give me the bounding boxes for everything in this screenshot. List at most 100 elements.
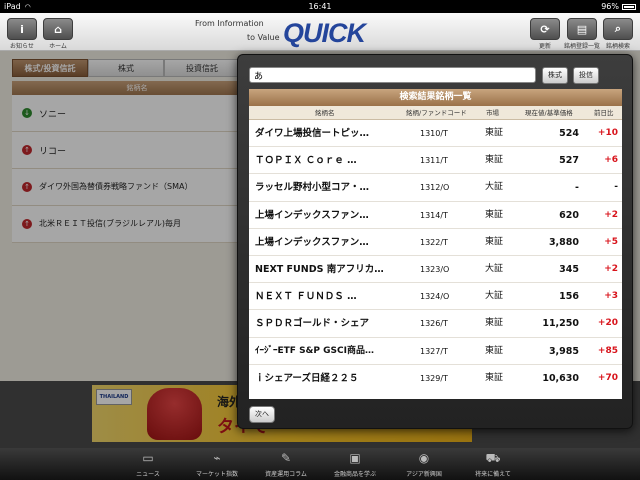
nav-market-index[interactable]: ⌁ マーケット指数 [183,450,251,478]
search-popover: 株式 投信 検索結果銘柄一覧 銘柄名 銘柄/ファンドコード 市場 現在値/基準価… [237,54,633,429]
result-change: +3 [604,291,618,302]
battery-icon [622,4,636,10]
result-row[interactable]: 上場インデックスファン… 1322/T 東証 3,880 +5 [249,229,622,256]
watchlist-button[interactable]: ▤ [567,18,597,40]
status-bar: iPad ◠ 16:41 96% [0,0,640,13]
column-icon: ✎ [280,451,292,465]
result-row[interactable]: ラッセル野村小型コア・… 1312/O 大証 - - [249,174,622,202]
refresh-button[interactable]: ⟳ [530,18,560,40]
bottom-nav: ▭ ニュース ⌁ マーケット指数 ✎ 資産運用コラム ▣ 金融商品を学ぶ ◉ アジア新興国… [0,448,640,480]
result-change: +20 [597,318,618,329]
home-button-label: ホーム [49,43,67,50]
clock: 16:41 [308,2,332,11]
col-code: 銘柄/ファンドコード [406,109,467,117]
result-change: +2 [604,209,618,220]
result-row[interactable]: ＴＯＰＩＸ Ｃｏｒｅ … 1311/T 東証 527 +6 [249,147,622,175]
nav-learn-products[interactable]: ▣ 金融商品を学ぶ [321,450,389,478]
search-results: 検索結果銘柄一覧 銘柄名 銘柄/ファンドコード 市場 現在値/基準価格 前日比 … [249,89,622,399]
result-change: +85 [597,345,618,356]
nav-investment-column[interactable]: ✎ 資産運用コラム [252,450,320,478]
col-price: 現在値/基準価格 [525,109,573,117]
book-icon: ▣ [349,451,361,465]
result-row[interactable]: NEXT FUNDS 南アフリカ… 1323/O 大証 345 +2 [249,256,622,284]
result-code: 1312/O [420,183,450,193]
result-code: 1327/T [420,346,448,356]
refresh-icon: ⟳ [540,22,550,36]
info-icon: i [20,22,24,36]
list-icon: ▤ [576,22,588,36]
col-name: 銘柄名 [315,109,335,117]
logo-tagline-2: to Value [247,33,280,42]
nav-label: 将来に備えて [475,471,511,478]
result-change: +5 [604,236,618,247]
result-market: 東証 [485,209,504,220]
result-change: +70 [597,372,618,383]
stock-search-button-label: 銘柄検索 [605,43,630,50]
col-change: 前日比 [594,109,614,117]
result-market: 大証 [485,291,504,302]
nav-asia-emerging[interactable]: ◉ アジア新興国 [390,450,458,478]
chart-icon: ⌁ [213,451,221,465]
col-market: 市場 [486,109,499,117]
next-page-button[interactable]: 次へ [249,406,275,423]
result-row[interactable]: ＳＰＤＲゴールド・シェア 1326/T 東証 11,250 +20 [249,310,622,338]
result-price: 10,630 [542,372,579,384]
info-button[interactable]: i [7,18,37,40]
result-change: +2 [604,263,618,274]
result-code: 1329/T [420,373,448,383]
result-change: - [614,182,618,193]
result-name: ＳＰＤＲゴールド・シェア [255,318,370,330]
result-code: 1314/T [420,210,448,220]
result-market: 東証 [485,318,504,329]
result-name: ｉシェアーズ日経２２５ [255,372,359,384]
result-name: ＴＯＰＩＸ Ｃｏｒｅ … [255,155,357,167]
result-name: NEXT FUNDS 南アフリカ… [255,263,384,275]
result-price: 3,880 [548,236,579,248]
result-price: 620 [559,209,579,221]
home-button[interactable]: ⌂ [43,18,73,40]
result-price: 527 [559,155,579,167]
result-market: 東証 [485,155,504,166]
result-code: 1310/T [420,129,448,138]
result-price: - [575,182,579,194]
result-price: 11,250 [542,318,579,330]
stock-search-button[interactable]: ⌕ [603,18,633,40]
result-code: 1323/O [420,264,450,274]
home-icon: ⌂ [54,22,62,36]
result-price: 524 [559,128,579,139]
search-input[interactable] [249,67,536,83]
news-icon: ▭ [142,451,154,465]
result-row[interactable]: 上場インデックスファン… 1314/T 東証 620 +2 [249,202,622,229]
nav-label: マーケット指数 [195,471,238,478]
logo-tagline-1: From Information [195,19,264,28]
result-row[interactable]: ｲｰｼﾞｰETF S&P GSCI商品… 1327/T 東証 3,985 +85 [249,338,622,365]
result-price: 3,985 [548,345,579,357]
result-market: 大証 [485,263,504,274]
logo-brand: QUICK [283,18,366,48]
result-market: 大証 [485,182,504,193]
nav-label: ニュース [136,471,160,478]
battery-indicator: 96% [601,0,636,13]
result-name: ｲｰｼﾞｰETF S&P GSCI商品… [255,345,374,356]
result-row[interactable]: ＮＥＸＴ ＦＵＮＤＳ … 1324/O 大証 156 +3 [249,283,622,311]
result-name: ラッセル野村小型コア・… [255,182,370,194]
result-code: 1324/O [420,292,450,302]
globe-icon: ◉ [418,451,430,465]
search-stocks-button[interactable]: 株式 [542,67,568,84]
result-price: 156 [559,291,579,303]
nav-future[interactable]: ⛟ 将来に備えて [459,450,527,478]
search-icon: ⌕ [614,22,622,35]
result-change: +10 [597,128,618,138]
nav-label: アジア新興国 [406,471,442,478]
result-code: 1326/T [420,319,448,329]
app-header: i お知らせ ⌂ ホーム From Information to Value Q… [0,13,640,51]
future-icon: ⛟ [485,451,501,465]
search-funds-button[interactable]: 投信 [573,67,599,84]
result-row[interactable]: ｉシェアーズ日経２２５ 1329/T 東証 10,630 +70 [249,365,622,392]
result-name: ダイワ上場投信ートピッ… [255,128,370,139]
nav-news[interactable]: ▭ ニュース [114,450,182,478]
result-code: 1322/T [420,237,448,247]
result-name: 上場インデックスファン… [255,209,369,221]
result-row[interactable]: ダイワ上場投信ートピッ… 1310/T 東証 524 +10 [249,120,622,148]
result-price: 345 [559,263,579,275]
